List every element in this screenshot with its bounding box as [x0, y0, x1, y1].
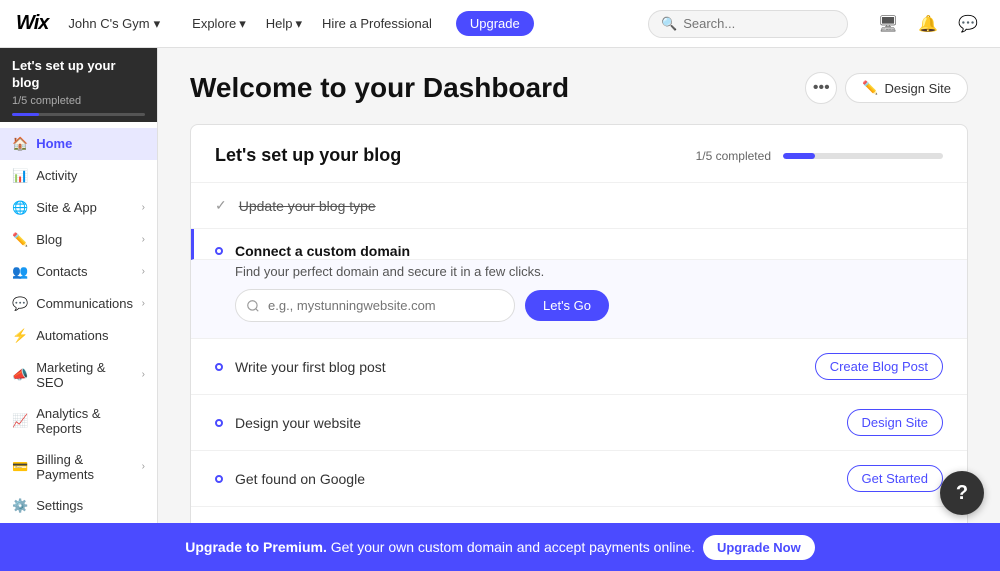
domain-input[interactable] [235, 289, 515, 322]
chevron-right-icon: › [142, 266, 145, 277]
main-content: Welcome to your Dashboard ••• ✏️ Design … [158, 48, 1000, 523]
settings-icon: ⚙️ [12, 498, 28, 514]
progress-bar-container [783, 153, 943, 159]
card-title: Let's set up your blog [215, 145, 401, 166]
chevron-right-icon: › [142, 234, 145, 245]
upgrade-bar-text: Upgrade to Premium. Get your own custom … [185, 539, 695, 555]
sidebar-item-analytics[interactable]: 📈 Analytics & Reports [0, 398, 157, 444]
sidebar-item-settings[interactable]: ⚙️ Settings [0, 490, 157, 522]
task-label: Write your first blog post [235, 359, 386, 375]
billing-icon: 💳 [12, 459, 28, 475]
checkmark-icon: ✓ [215, 197, 227, 214]
site-name[interactable]: John C's Gym ▾ [68, 16, 160, 32]
setup-card: Let's set up your blog 1/5 completed ✓ U… [190, 124, 968, 523]
upgrade-bar: Upgrade to Premium. Get your own custom … [0, 523, 1000, 571]
analytics-icon: 📈 [12, 413, 28, 429]
sidebar-item-apps[interactable]: 🔲 Apps › [0, 522, 157, 523]
chat-icon[interactable]: 💬 [952, 8, 984, 40]
nav-links: Explore ▾ Help ▾ Hire a Professional [184, 12, 440, 36]
task-item-first-blog-post[interactable]: Write your first blog post Create Blog P… [191, 339, 967, 395]
upgrade-button[interactable]: Upgrade [456, 11, 534, 36]
site-name-label: John C's Gym [68, 16, 149, 31]
nav-link-explore[interactable]: Explore ▾ [184, 12, 254, 36]
task-dot-icon [215, 419, 223, 427]
chevron-right-icon: › [142, 461, 145, 472]
wix-logo: Wix [16, 12, 48, 35]
blog-icon: ✏️ [12, 232, 28, 248]
task-dot-icon [215, 363, 223, 371]
get-started-button[interactable]: Get Started [847, 465, 943, 492]
create-blog-post-button[interactable]: Create Blog Post [815, 353, 943, 380]
task-item-custom-domain[interactable]: Connect a custom domain [191, 229, 967, 260]
contacts-icon: 👥 [12, 264, 28, 280]
ukraine-banner: 🇺🇦 Wix stands with Ukraine Show Your Sup… [191, 507, 967, 523]
more-options-button[interactable]: ••• [805, 72, 837, 104]
header-actions: ••• ✏️ Design Site [805, 72, 968, 104]
page-title: Welcome to your Dashboard [190, 72, 569, 104]
task-label: Design your website [235, 415, 361, 431]
help-button[interactable]: ? [940, 471, 984, 515]
marketing-icon: 📣 [12, 367, 28, 383]
lets-go-button[interactable]: Let's Go [525, 290, 609, 321]
sidebar-item-communications[interactable]: 💬 Communications › [0, 288, 157, 320]
automations-icon: ⚡ [12, 328, 28, 344]
pencil-icon: ✏️ [862, 80, 878, 96]
nav-icons: 🖥 🔔 💬 [872, 8, 984, 40]
activity-icon: 📊 [12, 168, 28, 184]
task-label: Get found on Google [235, 471, 365, 487]
domain-description: Find your perfect domain and secure it i… [235, 264, 943, 279]
sidebar-progress-bar [12, 113, 145, 116]
top-nav: Wix John C's Gym ▾ Explore ▾ Help ▾ Hire… [0, 0, 1000, 48]
nav-link-help[interactable]: Help ▾ [258, 12, 310, 36]
nav-link-hire[interactable]: Hire a Professional [314, 12, 440, 36]
sidebar-item-contacts[interactable]: 👥 Contacts › [0, 256, 157, 288]
search-input[interactable] [683, 16, 823, 31]
progress-section: 1/5 completed [696, 149, 943, 163]
task-item-update-blog-type[interactable]: ✓ Update your blog type [191, 183, 967, 229]
domain-section: Find your perfect domain and secure it i… [191, 260, 967, 339]
main-layout: Let's set up your blog 1/5 completed 🏠 H… [0, 48, 1000, 523]
chevron-right-icon: › [142, 369, 145, 380]
task-label: Update your blog type [239, 198, 376, 214]
sidebar-item-marketing-seo[interactable]: 📣 Marketing & SEO › [0, 352, 157, 398]
sidebar-item-automations[interactable]: ⚡ Automations [0, 320, 157, 352]
search-bar[interactable]: 🔍 [648, 10, 848, 38]
chevron-right-icon: › [142, 202, 145, 213]
sidebar-progress-label: 1/5 completed [12, 95, 145, 107]
sidebar-item-home[interactable]: 🏠 Home [0, 128, 157, 160]
sidebar-item-blog[interactable]: ✏️ Blog › [0, 224, 157, 256]
sidebar-item-billing[interactable]: 💳 Billing & Payments › [0, 444, 157, 490]
progress-bar-fill [783, 153, 815, 159]
sidebar-progress-fill [12, 113, 39, 116]
design-site-task-button[interactable]: Design Site [847, 409, 943, 436]
task-item-design-website[interactable]: Design your website Design Site [191, 395, 967, 451]
upgrade-now-button[interactable]: Upgrade Now [703, 535, 815, 560]
task-dot-icon [215, 475, 223, 483]
content-header: Welcome to your Dashboard ••• ✏️ Design … [190, 72, 968, 104]
site-app-icon: 🌐 [12, 200, 28, 216]
sidebar-header: Let's set up your blog 1/5 completed [0, 48, 157, 122]
sidebar-item-site-app[interactable]: 🌐 Site & App › [0, 192, 157, 224]
monitor-icon[interactable]: 🖥 [872, 8, 904, 40]
bell-icon[interactable]: 🔔 [912, 8, 944, 40]
sidebar: Let's set up your blog 1/5 completed 🏠 H… [0, 48, 158, 523]
progress-text: 1/5 completed [696, 149, 771, 163]
domain-input-row: Let's Go [235, 289, 943, 322]
site-name-chevron: ▾ [154, 16, 161, 32]
sidebar-item-activity[interactable]: 📊 Activity [0, 160, 157, 192]
sidebar-header-title: Let's set up your blog [12, 58, 145, 92]
task-item-google[interactable]: Get found on Google Get Started [191, 451, 967, 507]
task-label: Connect a custom domain [235, 243, 410, 259]
comms-icon: 💬 [12, 296, 28, 312]
task-dot-icon [215, 247, 223, 255]
home-icon: 🏠 [12, 136, 28, 152]
search-icon: 🔍 [661, 16, 677, 32]
chevron-right-icon: › [142, 298, 145, 309]
card-header: Let's set up your blog 1/5 completed [191, 125, 967, 183]
sidebar-nav: 🏠 Home 📊 Activity 🌐 Site & App › ✏️ Blog… [0, 122, 157, 523]
design-site-button[interactable]: ✏️ Design Site [845, 73, 968, 103]
